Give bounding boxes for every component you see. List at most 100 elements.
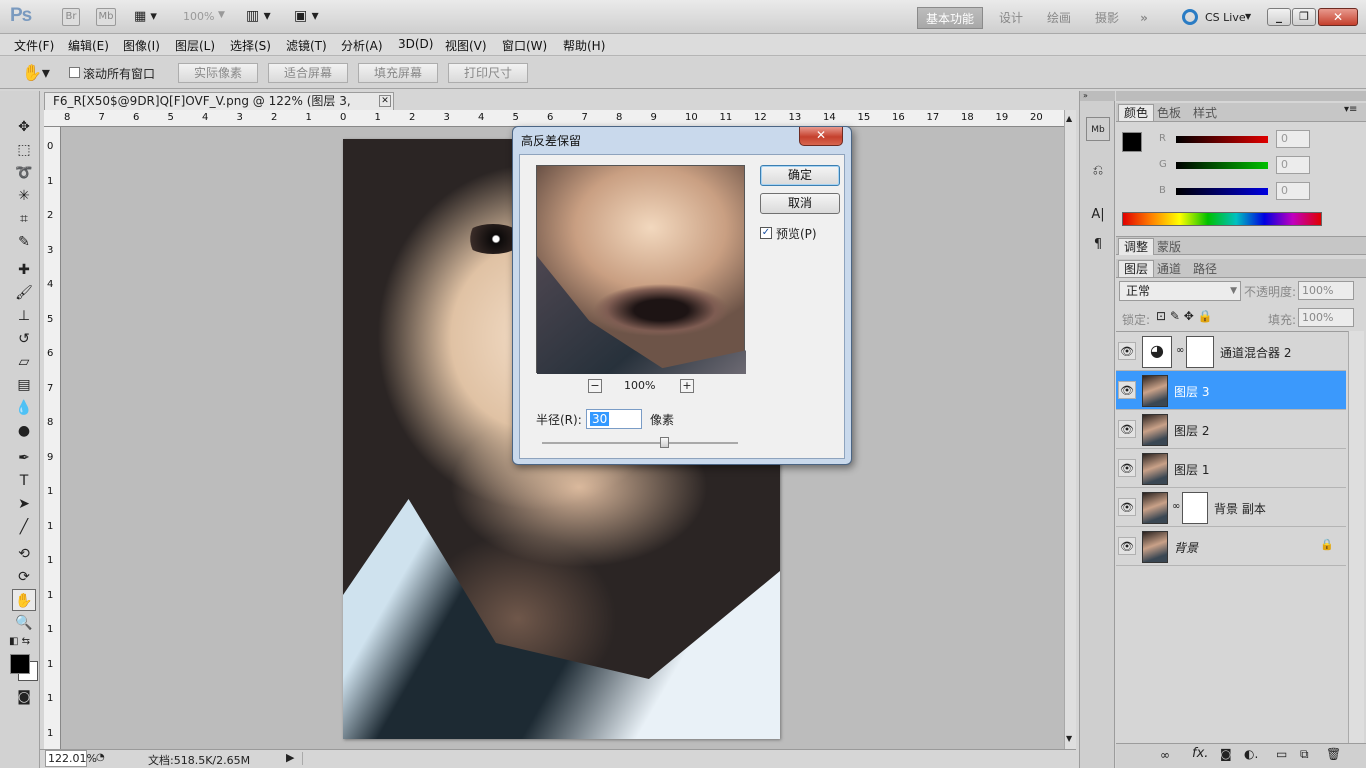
new-layer-icon[interactable]: ⧉	[1300, 747, 1309, 762]
marquee-tool-icon[interactable]: ⬚	[12, 139, 36, 161]
eraser-tool-icon[interactable]: ▱	[12, 351, 36, 373]
character-panel-icon[interactable]: A|	[1086, 203, 1110, 227]
layers-scrollbar[interactable]	[1348, 331, 1364, 751]
3d-orbit-tool-icon[interactable]: ⟳	[12, 566, 36, 588]
adjustment-layer-icon[interactable]: ◐.	[1244, 747, 1258, 761]
paragraph-panel-icon[interactable]: ¶	[1086, 233, 1110, 257]
cs-live-menu[interactable]: CS Live	[1205, 11, 1246, 24]
menu-layer[interactable]: 图层(L)	[175, 37, 215, 54]
menu-edit[interactable]: 编辑(E)	[68, 37, 109, 54]
tab-layers[interactable]: 图层	[1118, 260, 1155, 277]
print-size-button[interactable]: 打印尺寸	[448, 63, 528, 83]
g-channel-slider[interactable]	[1176, 162, 1268, 169]
restore-button[interactable]: ❐	[1292, 8, 1316, 26]
eyedropper-tool-icon[interactable]: ✎	[12, 231, 36, 253]
layer-style-icon[interactable]: fx.	[1192, 746, 1208, 761]
zoom-field[interactable]: 122.01%	[45, 750, 97, 767]
dodge-tool-icon[interactable]: ●	[12, 420, 36, 442]
eye-icon[interactable]: 👁	[1118, 459, 1136, 477]
arrange-documents-icon[interactable]: ▥ ▾	[246, 8, 271, 24]
menu-image[interactable]: 图像(I)	[123, 37, 160, 54]
add-mask-icon[interactable]: ◙	[1220, 747, 1232, 761]
filter-preview[interactable]	[536, 165, 746, 374]
move-tool-icon[interactable]: ✥	[12, 116, 36, 138]
document-tab[interactable]: F6_R[X50$@9DR]Q[F]OVF_V.png @ 122% (图层 3…	[44, 92, 394, 125]
color-spectrum-bar[interactable]	[1122, 212, 1322, 226]
bridge-button[interactable]: Br	[62, 8, 80, 26]
b-channel-slider[interactable]	[1176, 188, 1268, 195]
close-document-icon[interactable]: ✕	[379, 95, 391, 107]
quick-select-tool-icon[interactable]: ✳	[12, 185, 36, 207]
layer-mask-thumbnail[interactable]	[1186, 336, 1214, 368]
clone-stamp-tool-icon[interactable]: ⊥	[12, 305, 36, 327]
layer-row-layer-3[interactable]: 👁 图层 3	[1116, 371, 1346, 410]
menu-3d[interactable]: 3D(D)	[398, 37, 433, 51]
healing-brush-tool-icon[interactable]: ✚	[12, 259, 36, 281]
lasso-tool-icon[interactable]: ➰	[12, 162, 36, 184]
menu-select[interactable]: 选择(S)	[230, 37, 271, 54]
tab-masks[interactable]: 蒙版	[1152, 239, 1186, 256]
opacity-field[interactable]: 100%	[1298, 281, 1354, 300]
blur-tool-icon[interactable]: 💧	[12, 397, 36, 419]
menu-filter[interactable]: 滤镜(T)	[286, 37, 327, 54]
layer-row-layer-2[interactable]: 👁 图层 2	[1116, 410, 1346, 449]
color-panel-foreground-swatch[interactable]	[1122, 132, 1142, 152]
radius-input[interactable]: 30	[586, 409, 642, 429]
pen-tool-icon[interactable]: ✒	[12, 447, 36, 469]
tab-color[interactable]: 颜色	[1118, 104, 1155, 121]
eye-icon[interactable]: 👁	[1118, 498, 1136, 516]
workspace-design[interactable]: 设计	[990, 7, 1032, 29]
scroll-all-windows-checkbox[interactable]	[69, 67, 80, 78]
blend-mode-select[interactable]: 正常 ▼	[1119, 281, 1241, 301]
layer-mask-thumbnail[interactable]	[1182, 492, 1208, 524]
radius-slider-track[interactable]	[542, 442, 738, 444]
tab-adjustments[interactable]: 调整	[1118, 238, 1155, 255]
workspace-painting[interactable]: 绘画	[1038, 7, 1080, 29]
default-colors-icon[interactable]: ◧ ⇆	[9, 636, 30, 647]
more-workspaces-icon[interactable]: »	[1134, 7, 1154, 29]
radius-slider-thumb[interactable]	[659, 437, 669, 448]
tab-channels[interactable]: 通道	[1152, 261, 1186, 278]
fill-field[interactable]: 100%	[1298, 308, 1354, 327]
vertical-scrollbar[interactable]: ▲ ▼	[1064, 110, 1076, 749]
panel-menu-icon[interactable]: ▾≡	[1344, 104, 1357, 115]
type-tool-icon[interactable]: T	[12, 470, 36, 492]
menu-view[interactable]: 视图(V)	[445, 37, 487, 54]
tab-swatches[interactable]: 色板	[1152, 105, 1186, 122]
menu-file[interactable]: 文件(F)	[14, 37, 54, 54]
layer-row-background-copy[interactable]: 👁 ∞ 背景 副本	[1116, 488, 1346, 527]
quick-mask-icon[interactable]: ◙	[12, 686, 36, 708]
zoom-level-select[interactable]: 100%	[183, 10, 214, 23]
view-extras-icon[interactable]: ▦ ▾	[134, 9, 166, 25]
minimize-button[interactable]: _	[1267, 8, 1291, 26]
close-window-button[interactable]: ✕	[1318, 8, 1358, 26]
brush-tool-icon[interactable]: 🖌	[12, 282, 36, 304]
path-selection-tool-icon[interactable]: ➤	[12, 493, 36, 515]
lock-icons[interactable]: ⊡ ✎ ✥ 🔒	[1156, 309, 1213, 323]
eye-icon[interactable]: 👁	[1118, 420, 1136, 438]
mini-bridge-button[interactable]: Mb	[96, 8, 116, 26]
screen-mode-icon[interactable]: ▣ ▾	[294, 8, 319, 24]
b-channel-field[interactable]: 0	[1276, 182, 1310, 200]
horizontal-scrollbar[interactable]	[302, 752, 1062, 765]
menu-analysis[interactable]: 分析(A)	[341, 37, 383, 54]
layer-row-background[interactable]: 👁 背景 🔒	[1116, 527, 1346, 566]
zoom-out-button[interactable]: −	[588, 379, 602, 393]
gradient-tool-icon[interactable]: ▤	[12, 374, 36, 396]
history-brush-tool-icon[interactable]: ↺	[12, 328, 36, 350]
dock-collapse-icon[interactable]: »	[1080, 91, 1115, 101]
layer-row-layer-1[interactable]: 👁 图层 1	[1116, 449, 1346, 488]
workspace-photography[interactable]: 摄影	[1086, 7, 1128, 29]
menu-help[interactable]: 帮助(H)	[563, 37, 605, 54]
dialog-close-button[interactable]: ✕	[799, 127, 843, 146]
eye-icon[interactable]: 👁	[1118, 342, 1136, 360]
crop-tool-icon[interactable]: ⌗	[12, 208, 36, 230]
line-tool-icon[interactable]: ╱	[12, 516, 36, 538]
menu-window[interactable]: 窗口(W)	[502, 37, 547, 54]
zoom-in-button[interactable]: +	[680, 379, 694, 393]
hand-tool-preset-icon[interactable]: ✋▾	[22, 63, 50, 82]
tab-paths[interactable]: 路径	[1188, 261, 1222, 278]
hand-tool-icon[interactable]: ✋	[12, 589, 36, 611]
eye-icon[interactable]: 👁	[1118, 381, 1136, 399]
history-panel-icon[interactable]: ⎌	[1086, 159, 1110, 183]
